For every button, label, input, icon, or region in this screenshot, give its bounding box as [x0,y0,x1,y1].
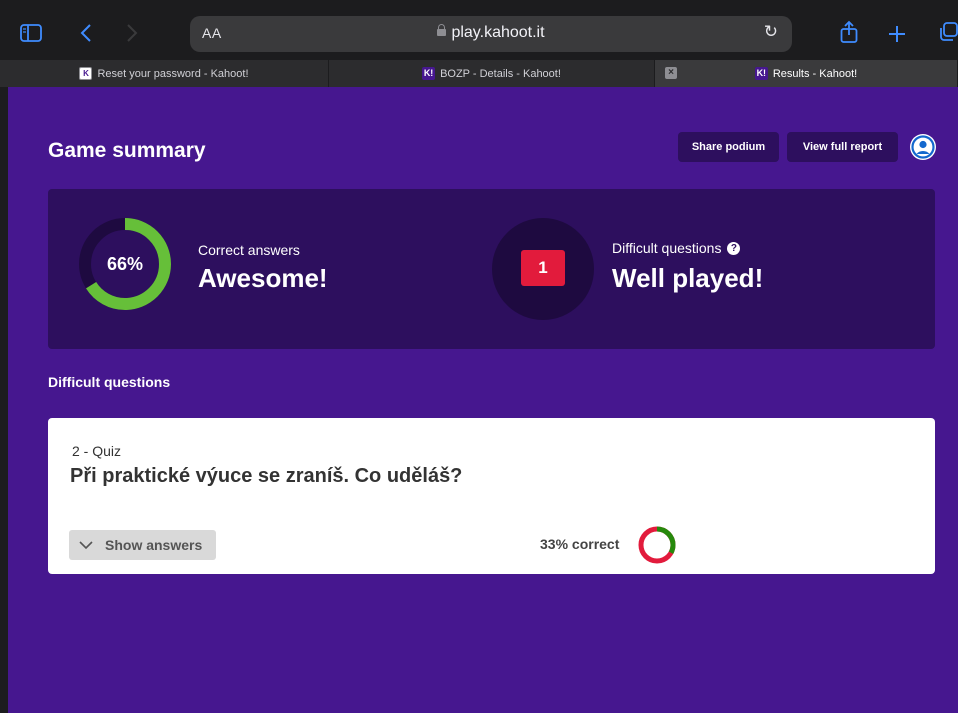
difficult-questions-verdict: Well played! [612,263,764,293]
tab-title: Reset your password - Kahoot! [97,67,249,80]
user-icon[interactable] [910,134,936,160]
lock-icon [437,24,447,36]
new-tab-icon[interactable] [888,25,906,43]
difficult-questions-heading: Difficult questions [48,374,171,390]
tab-title: Results - Kahoot! [772,67,858,80]
kahoot-icon: K! [754,67,768,80]
reload-icon[interactable]: ↻ [764,22,778,42]
tab-title: BOZP - Details - Kahoot! [440,67,561,80]
tabs-icon[interactable] [938,22,958,42]
show-answers-button[interactable]: Show answers [69,530,216,560]
correct-answers-verdict: Awesome! [198,263,328,293]
question-correct-ring [638,526,676,564]
correct-answers-label: Correct answers [198,242,300,258]
difficult-questions-label: Difficult questions ? [612,240,741,256]
question-card: 2 - Quiz Při praktické výuce se zraníš. … [48,418,935,574]
question-type: 2 - Quiz [72,443,122,459]
tab-results[interactable]: × K! Results - Kahoot! [655,60,958,87]
help-icon[interactable]: ? [727,241,741,255]
close-tab-icon[interactable]: × [665,67,677,79]
page-content: Game summary Share podium View full repo… [8,87,958,713]
share-podium-button[interactable]: Share podium [678,132,779,162]
summary-panel: 66% Correct answers Awesome! 1 Difficult… [48,189,935,349]
chevron-down-icon [79,540,93,549]
view-full-report-button[interactable]: View full report [787,132,898,162]
show-answers-label: Show answers [105,537,203,553]
tab-reset-password[interactable]: K Reset your password - Kahoot! [0,60,329,87]
back-icon[interactable] [80,24,92,42]
tab-bar: K Reset your password - Kahoot! K! BOZP … [0,60,958,87]
sidebar-icon[interactable] [20,24,42,42]
difficult-questions-label-text: Difficult questions [612,240,722,256]
kahoot-icon: K! [422,67,436,80]
question-text: Při praktické výuce se zraníš. Co uděláš… [70,465,463,487]
url-display[interactable]: play.kahoot.it [190,24,792,42]
tab-bozp-details[interactable]: K! BOZP - Details - Kahoot! [329,60,655,87]
browser-toolbar: AA play.kahoot.it ↻ [0,0,958,60]
page-title: Game summary [48,139,206,162]
difficult-questions-count: 1 [521,250,565,286]
share-icon[interactable] [840,20,858,44]
question-correct-rate: 33% correct [540,536,620,552]
url-text: play.kahoot.it [451,24,545,41]
kahoot-k-icon: K [79,67,93,80]
correct-percent: 66% [106,253,144,274]
address-bar[interactable]: AA play.kahoot.it ↻ [190,16,792,52]
forward-icon[interactable] [126,24,138,42]
